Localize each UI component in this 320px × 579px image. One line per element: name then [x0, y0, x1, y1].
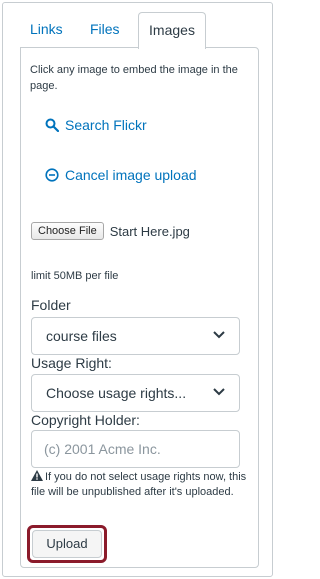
usage-rights-warning: If you do not select usage rights now, t…: [31, 470, 263, 500]
file-picker: Choose File Start Here.jpg: [31, 222, 190, 240]
minus-circle-icon: [45, 168, 59, 182]
usage-right-select[interactable]: Choose usage rights...: [31, 374, 240, 412]
tab-files[interactable]: Files: [80, 12, 130, 48]
upload-button[interactable]: Upload: [32, 530, 102, 558]
search-flickr-label: Search Flickr: [65, 117, 147, 133]
copyright-holder-input[interactable]: [31, 430, 240, 468]
cancel-upload-label: Cancel image upload: [65, 167, 197, 183]
intro-text: Click any image to embed the image in th…: [30, 64, 238, 92]
tab-images[interactable]: Images: [138, 12, 206, 49]
search-flickr-link[interactable]: Search Flickr: [45, 117, 147, 133]
chevron-down-icon: [213, 388, 225, 396]
choose-file-button[interactable]: Choose File: [31, 222, 104, 240]
chevron-down-icon: [213, 331, 225, 339]
folder-selected-value: course files: [46, 328, 117, 344]
usage-right-label: Usage Right:: [31, 355, 112, 371]
copyright-holder-label: Copyright Holder:: [31, 412, 140, 428]
warning-text: If you do not select usage rights now, t…: [31, 471, 247, 498]
file-size-limit: limit 50MB per file: [31, 270, 119, 282]
selected-file-name: Start Here.jpg: [109, 223, 190, 239]
search-icon: [45, 118, 59, 132]
tab-links[interactable]: Links: [20, 12, 73, 48]
usage-right-selected-value: Choose usage rights...: [46, 385, 187, 401]
warning-icon: [31, 470, 43, 481]
cancel-image-upload-link[interactable]: Cancel image upload: [45, 167, 197, 183]
folder-select[interactable]: course files: [31, 317, 240, 355]
tab-bar: Links Files Images: [14, 12, 259, 49]
folder-label: Folder: [31, 297, 71, 313]
